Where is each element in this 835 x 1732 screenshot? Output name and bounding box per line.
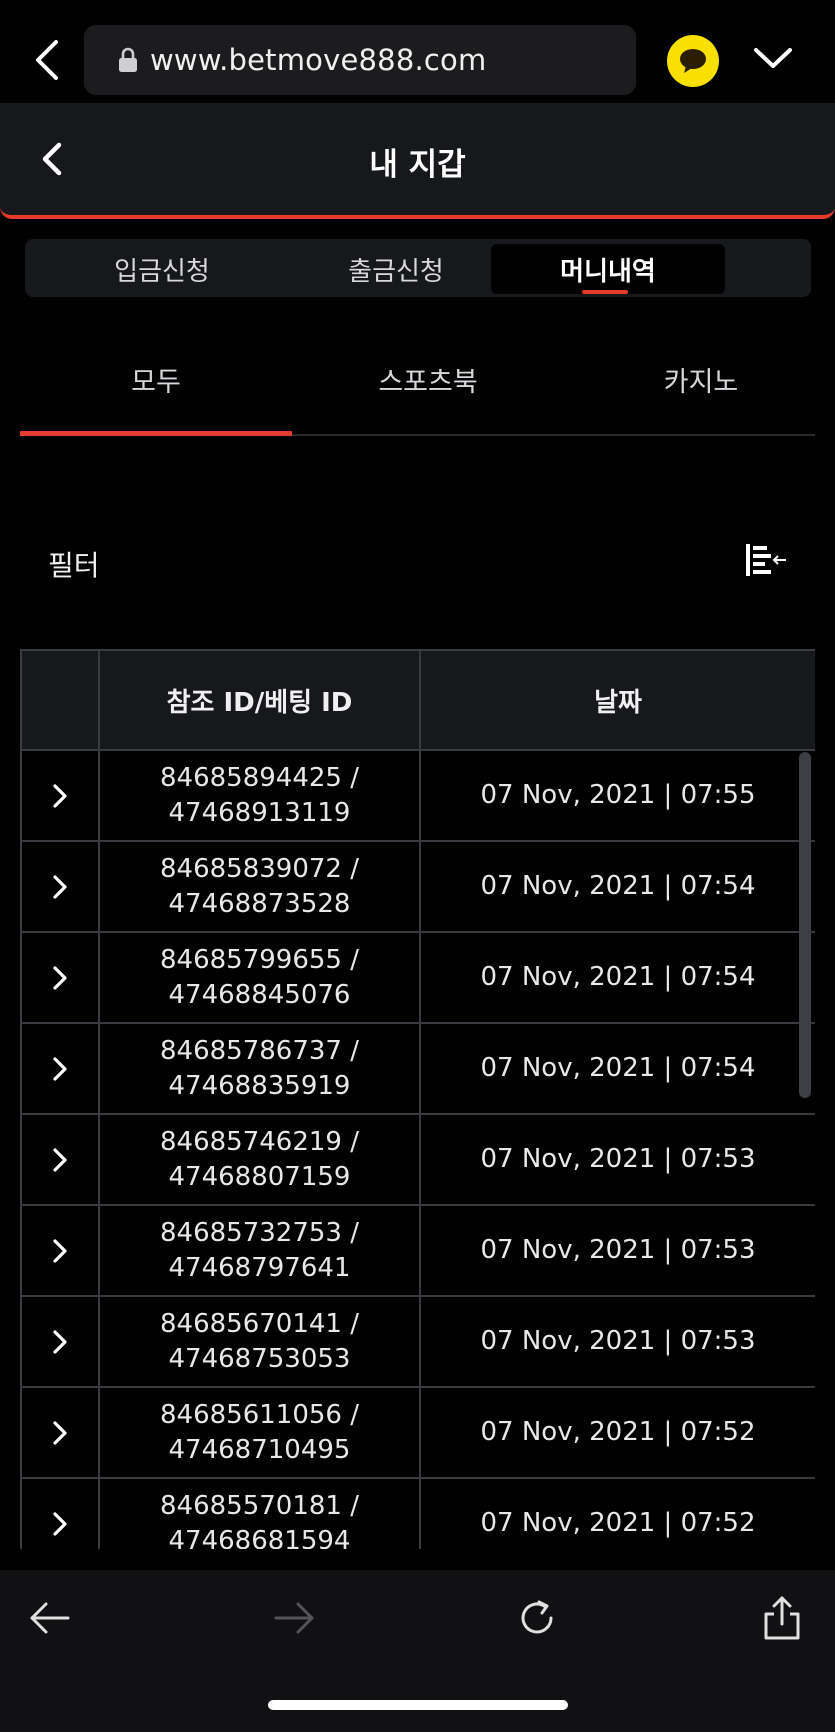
reload-icon[interactable] [515,1596,559,1640]
date-cell: 07 Nov, 2021 | 07:53 [419,1113,815,1206]
ref-bet-id-cell: 84685611056 / 47468710495 [98,1386,421,1479]
table-scrollbar[interactable] [799,752,811,1098]
row-expand-cell[interactable] [20,1022,100,1115]
tab-deposit[interactable]: 입금신청 [45,244,279,294]
header-date: 날짜 [419,649,815,751]
tab-all[interactable]: 모두 [20,360,292,399]
address-bar[interactable]: www.betmove888.com [84,25,636,95]
date-cell: 07 Nov, 2021 | 07:54 [419,931,815,1024]
table-row[interactable]: 84685839072 / 47468873528 07 Nov, 2021 | 0… [20,840,815,933]
date-cell: 07 Nov, 2021 | 07:53 [419,1204,815,1297]
table-row[interactable]: 84685611056 / 47468710495 07 Nov, 2021 | 0… [20,1386,815,1479]
header-expand-column [20,649,100,751]
wallet-tabs: 입금신청 출금신청 머니내역 [25,239,811,297]
tab-sportsbook[interactable]: 스포츠북 [292,360,564,399]
page-title: 내 지갑 [369,147,466,183]
chevron-right-icon[interactable] [52,1511,68,1537]
ref-bet-id-cell: 84685670141 / 47468753053 [98,1295,421,1388]
share-icon[interactable] [760,1596,804,1640]
active-tab-indicator [582,290,628,294]
chevron-right-icon[interactable] [52,965,68,991]
chevron-right-icon[interactable] [52,1147,68,1173]
row-expand-cell[interactable] [20,1204,100,1297]
date-cell: 07 Nov, 2021 | 07:54 [419,840,815,933]
reference-id: 84685746219 / [160,1126,359,1157]
bet-id: 47468845076 [168,979,351,1010]
history-table: 참조 ID/베팅 ID 날짜 84685894425 / 47468913119 0… [20,649,815,1549]
reference-id: 84685611056 / [160,1399,359,1430]
filter-label[interactable]: 필터 [48,544,100,584]
row-expand-cell[interactable] [20,1295,100,1388]
arrow-right-icon[interactable] [272,1596,316,1640]
ref-bet-id-cell: 84685570181 / 47468681594 [98,1477,421,1550]
table-row[interactable]: 84685786737 / 47468835919 07 Nov, 2021 | 0… [20,1022,815,1115]
table-row[interactable]: 84685570181 / 47468681594 07 Nov, 2021 | 0… [20,1477,815,1550]
table-row[interactable]: 84685799655 / 47468845076 07 Nov, 2021 | 0… [20,931,815,1024]
date-cell: 07 Nov, 2021 | 07:52 [419,1477,815,1549]
table-row[interactable]: 84685732753 / 47468797641 07 Nov, 2021 | 0… [20,1204,815,1297]
chat-button[interactable] [667,35,719,87]
chevron-right-icon[interactable] [52,1329,68,1355]
table-row[interactable]: 84685746219 / 47468807159 07 Nov, 2021 | 0… [20,1113,815,1206]
chevron-down-icon[interactable] [752,44,794,72]
bet-id: 47468753053 [168,1343,351,1374]
chat-bubble-icon [680,49,706,73]
url-text: www.betmove888.com [150,43,487,77]
reference-id: 84685839072 / [160,853,359,884]
chevron-right-icon[interactable] [52,1420,68,1446]
ref-bet-id-cell: 84685786737 / 47468835919 [98,1022,421,1115]
reference-id: 84685786737 / [160,1035,359,1066]
header-ref-bet-id: 참조 ID/베팅 ID [98,649,421,751]
reference-id: 84685570181 / [160,1490,359,1521]
row-expand-cell[interactable] [20,1113,100,1206]
filter-collapse-icon[interactable] [744,542,788,578]
category-active-indicator [20,431,292,436]
reference-id: 84685894425 / [160,762,359,793]
row-expand-cell[interactable] [20,1386,100,1479]
category-tabs: 모두 스포츠북 카지노 [20,340,815,436]
chevron-right-icon[interactable] [52,783,68,809]
bet-id: 47468913119 [168,797,351,828]
chevron-left-icon[interactable] [30,38,64,82]
table-row[interactable]: 84685670141 / 47468753053 07 Nov, 2021 | 0… [20,1295,815,1388]
chevron-right-icon[interactable] [52,1056,68,1082]
bet-id: 47468797641 [168,1252,351,1283]
reference-id: 84685799655 / [160,944,359,975]
history-table-container[interactable]: 참조 ID/베팅 ID 날짜 84685894425 / 47468913119 0… [20,649,815,1549]
page-header: 내 지갑 [0,103,835,219]
date-cell: 07 Nov, 2021 | 07:54 [419,1022,815,1115]
bet-id: 47468873528 [168,888,351,919]
date-cell: 07 Nov, 2021 | 07:55 [419,749,815,842]
date-cell: 07 Nov, 2021 | 07:53 [419,1295,815,1388]
bet-id: 47468835919 [168,1070,351,1101]
ref-bet-id-cell: 84685732753 / 47468797641 [98,1204,421,1297]
tab-casino[interactable]: 카지노 [565,360,835,399]
home-indicator [268,1700,568,1710]
row-expand-cell[interactable] [20,1477,100,1549]
ref-bet-id-cell: 84685746219 / 47468807159 [98,1113,421,1206]
bet-id: 47468710495 [168,1434,351,1465]
tab-withdraw[interactable]: 출금신청 [279,244,513,294]
table-header-row: 참조 ID/베팅 ID 날짜 [20,649,815,751]
browser-toolbar: www.betmove888.com [0,0,835,103]
row-expand-cell[interactable] [20,931,100,1024]
arrow-left-icon[interactable] [28,1596,72,1640]
reference-id: 84685670141 / [160,1308,359,1339]
date-cell: 07 Nov, 2021 | 07:52 [419,1386,815,1479]
row-expand-cell[interactable] [20,749,100,842]
table-row[interactable]: 84685894425 / 47468913119 07 Nov, 2021 | 0… [20,749,815,842]
bet-id: 47468807159 [168,1161,351,1192]
ref-bet-id-cell: 84685799655 / 47468845076 [98,931,421,1024]
row-expand-cell[interactable] [20,840,100,933]
lock-icon [119,47,137,72]
chevron-right-icon[interactable] [52,1238,68,1264]
ref-bet-id-cell: 84685839072 / 47468873528 [98,840,421,933]
chevron-right-icon[interactable] [52,874,68,900]
reference-id: 84685732753 / [160,1217,359,1248]
bet-id: 47468681594 [168,1525,351,1550]
tab-money-history[interactable]: 머니내역 [491,244,725,294]
ref-bet-id-cell: 84685894425 / 47468913119 [98,749,421,842]
